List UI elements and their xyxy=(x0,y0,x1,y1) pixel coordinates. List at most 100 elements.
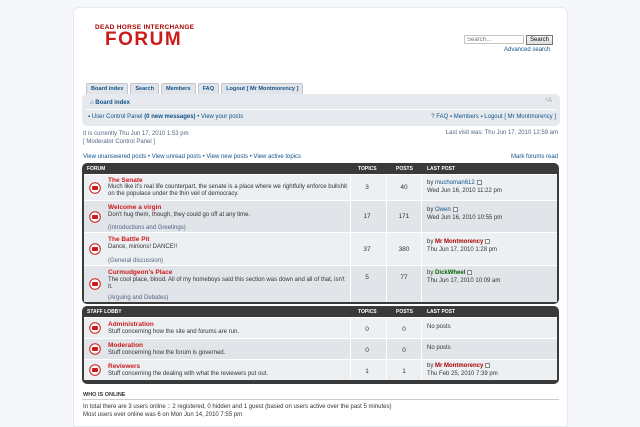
forum-read-icon xyxy=(89,343,101,355)
tab-faq[interactable]: FAQ xyxy=(197,83,220,94)
tab-search[interactable]: Search xyxy=(130,83,159,94)
view-posts-link[interactable]: View your posts xyxy=(201,114,243,120)
forum-description: Dance, minions! DANCE!! xyxy=(108,244,178,250)
forum-col-title: Forum xyxy=(87,166,106,172)
mcp-link[interactable]: [ Moderator Control Panel ] xyxy=(83,138,189,146)
forum-title[interactable]: Administration xyxy=(108,321,154,328)
last-poster-link[interactable]: Mr Montmorency xyxy=(435,363,483,369)
topics-col-title: Topics xyxy=(358,309,377,315)
forum-subtitle: (General discussion) xyxy=(108,258,164,264)
forum-row[interactable]: Moderation Stuff concerning how the foru… xyxy=(84,338,557,359)
forum-title[interactable]: The Senate xyxy=(108,177,143,184)
faq-link[interactable]: FAQ xyxy=(436,114,448,120)
view-latest-post-icon[interactable] xyxy=(467,269,473,275)
online-summary: In total there are 3 users online :: 2 r… xyxy=(83,404,392,410)
unanswered-link[interactable]: View unanswered posts xyxy=(83,154,146,160)
forum-row[interactable]: Reviewers Stuff concerning the dealing w… xyxy=(84,359,557,380)
forum-read-icon xyxy=(89,182,101,194)
mark-read-link[interactable]: Mark forums read xyxy=(511,154,558,160)
tab-logout[interactable]: Logout [ Mr Montmorency ] xyxy=(221,83,304,94)
last-poster-link[interactable]: DickWheel xyxy=(435,270,465,276)
unread-link[interactable]: View unread posts xyxy=(152,154,201,160)
topic-count: 0 xyxy=(365,326,369,333)
view-latest-post-icon[interactable] xyxy=(485,362,491,368)
view-latest-post-icon[interactable] xyxy=(452,206,458,212)
last-post: by Mr Montmorency Thu Jun 17, 2010 1:28 … xyxy=(427,238,498,253)
forum-header: Forum Topics Posts Last post xyxy=(84,163,557,174)
logout-icon: ▪ xyxy=(480,114,483,120)
last-post-col-title: Last post xyxy=(427,309,456,315)
active-topics-link[interactable]: View active topics xyxy=(253,154,301,160)
forum-description: The cool place, blood. All of my homeboy… xyxy=(108,277,345,290)
forum-row[interactable]: The Battle Pit Dance, minions! DANCE!! (… xyxy=(84,232,557,265)
by-prefix: by xyxy=(427,363,434,369)
ucp-icon: ▪ xyxy=(88,114,91,120)
forum-row[interactable]: The Senate Much like it's real life coun… xyxy=(84,174,557,200)
forum-title[interactable]: The Battle Pit xyxy=(108,236,150,243)
post-count: 0 xyxy=(402,326,406,333)
last-post-time: Wed Jun 16, 2010 11:22 pm xyxy=(427,188,502,194)
post-count: 0 xyxy=(402,347,406,354)
last-poster-link[interactable]: Mr Montmorency xyxy=(435,239,483,245)
tab-members[interactable]: Members xyxy=(161,83,196,94)
post-count: 77 xyxy=(400,274,408,281)
no-posts-label: No posts xyxy=(427,324,451,330)
last-post: by Mr Montmorency Thu Feb 25, 2010 7:39 … xyxy=(427,362,498,378)
messages-count[interactable]: (0 new messages) xyxy=(144,114,195,120)
new-posts-link[interactable]: View new posts xyxy=(206,154,248,160)
topic-count: 3 xyxy=(365,184,369,191)
post-count: 171 xyxy=(398,213,410,220)
staff-col-title: Staff Lobby xyxy=(87,309,122,315)
staff-forum-list: Staff Lobby Topics Posts Last post Admin… xyxy=(82,306,559,384)
last-post-col-title: Last post xyxy=(427,166,456,172)
search-button[interactable]: Search xyxy=(526,35,553,45)
topic-count: 17 xyxy=(363,213,371,220)
advanced-search-link[interactable]: Advanced search xyxy=(504,47,550,53)
breadcrumb[interactable]: Board index xyxy=(95,100,130,106)
last-post: by muchoman612 Wed Jun 16, 2010 11:22 pm xyxy=(427,179,502,194)
view-latest-post-icon[interactable] xyxy=(476,179,482,185)
forum-title[interactable]: Curmudgeon's Place xyxy=(108,269,172,276)
search-input[interactable] xyxy=(464,35,524,44)
post-count: 40 xyxy=(400,184,408,191)
tab-board-index[interactable]: Board index xyxy=(86,83,129,94)
posts-col-title: Posts xyxy=(396,309,413,315)
font-size-icon[interactable]: ᴬA xyxy=(545,98,552,104)
topic-count: 0 xyxy=(365,347,369,354)
forum-description: Stuff concerning how the forum is govern… xyxy=(108,350,226,356)
post-count: 380 xyxy=(398,246,410,253)
last-visit: Last visit was: Thu Jun 17, 2010 12:59 a… xyxy=(445,130,558,136)
forum-row[interactable]: Administration Stuff concerning how the … xyxy=(84,317,557,338)
navbar: ⌂ Board index ᴬA ▪ User Control Panel (0… xyxy=(82,94,560,126)
who-is-online-heading: Who is online xyxy=(83,392,126,398)
last-poster-link[interactable]: Owen xyxy=(435,207,451,213)
ucp-link[interactable]: User Control Panel xyxy=(92,114,143,120)
topic-count: 1 xyxy=(365,368,369,375)
logout-link[interactable]: Logout [ Mr Montmorency ] xyxy=(484,114,556,120)
forum-row[interactable]: Curmudgeon's Place The cool place, blood… xyxy=(84,265,557,302)
navbar-divider xyxy=(86,109,556,110)
last-post-time: Thu Jun 17, 2010 1:28 pm xyxy=(427,247,498,253)
forum-row[interactable]: Welcome a virgin Don't hug them, though,… xyxy=(84,200,557,232)
forum-title[interactable]: Moderation xyxy=(108,342,143,349)
who-is-online-divider xyxy=(82,399,559,400)
forum-title[interactable]: Welcome a virgin xyxy=(108,204,161,211)
forum-list: Forum Topics Posts Last post The Senate … xyxy=(82,163,559,304)
last-post: by Owen Wed Jun 16, 2010 10:55 pm xyxy=(427,206,503,221)
last-post: by DickWheel Thu Jun 17, 2010 10:09 am xyxy=(427,269,501,284)
members-link[interactable]: Members xyxy=(454,114,479,120)
view-latest-post-icon[interactable] xyxy=(485,238,491,244)
last-post-time: Wed Jun 16, 2010 10:55 pm xyxy=(427,215,503,221)
post-count: 1 xyxy=(402,368,406,375)
forum-read-icon xyxy=(89,278,101,290)
faq-icon: ? xyxy=(431,114,435,120)
forum-subtitle: (Introductions and Greetings) xyxy=(108,225,186,231)
last-poster-link[interactable]: muchoman612 xyxy=(435,180,475,186)
forum-description: Don't hug them, though, they could go of… xyxy=(108,212,251,218)
forum-title[interactable]: Reviewers xyxy=(108,363,140,370)
site-logo[interactable]: FORUM xyxy=(105,30,182,49)
tab-bar: Board index Search Members FAQ Logout [ … xyxy=(86,83,304,94)
forum-read-icon xyxy=(89,364,101,376)
topic-count: 37 xyxy=(363,246,371,253)
forum-read-icon xyxy=(89,243,101,255)
